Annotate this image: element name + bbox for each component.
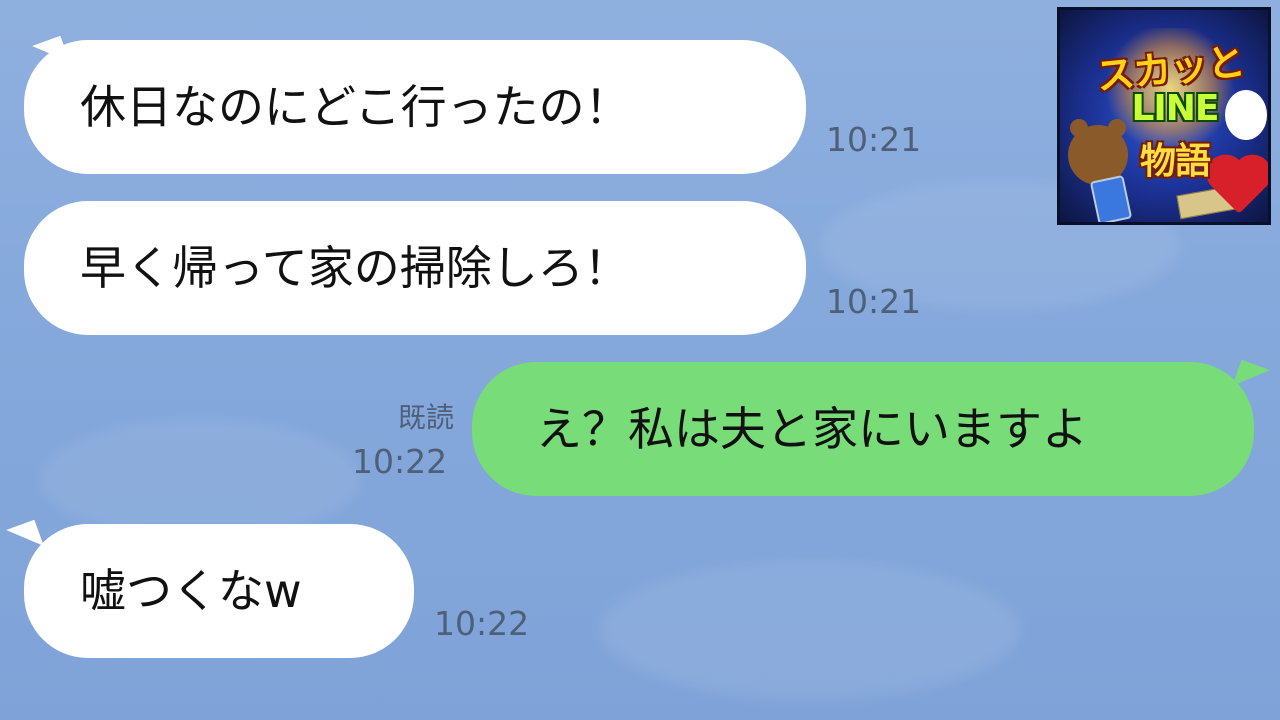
message-text: 嘘つくなw (80, 564, 302, 618)
message-text: 休日なのにどこ行ったの！ (80, 80, 631, 134)
message-text: え？私は夫と家にいますよ (536, 402, 1088, 456)
message-text: 早く帰って家の掃除しろ！ (80, 241, 630, 295)
incoming-message-bubble[interactable]: 早く帰って家の掃除しろ！ (24, 201, 806, 335)
incoming-message-bubble[interactable]: 休日なのにどこ行ったの！ (24, 40, 806, 174)
outgoing-message-bubble[interactable]: え？私は夫と家にいますよ (472, 362, 1254, 496)
background-cloud (600, 560, 1020, 700)
background-cloud (40, 420, 360, 540)
read-receipt: 既読 (397, 401, 454, 434)
message-timestamp: 10:21 (826, 120, 922, 159)
channel-logo: スカッと LINE 物語 (1057, 7, 1271, 225)
incoming-message-bubble[interactable]: 嘘つくなw (24, 524, 414, 658)
message-timestamp: 10:21 (826, 282, 922, 321)
logo-text-line3: 物語 (1139, 141, 1211, 182)
message-timestamp: 10:22 (352, 442, 448, 481)
message-timestamp: 10:22 (434, 604, 530, 643)
logo-text-line2: LINE (1131, 88, 1219, 129)
